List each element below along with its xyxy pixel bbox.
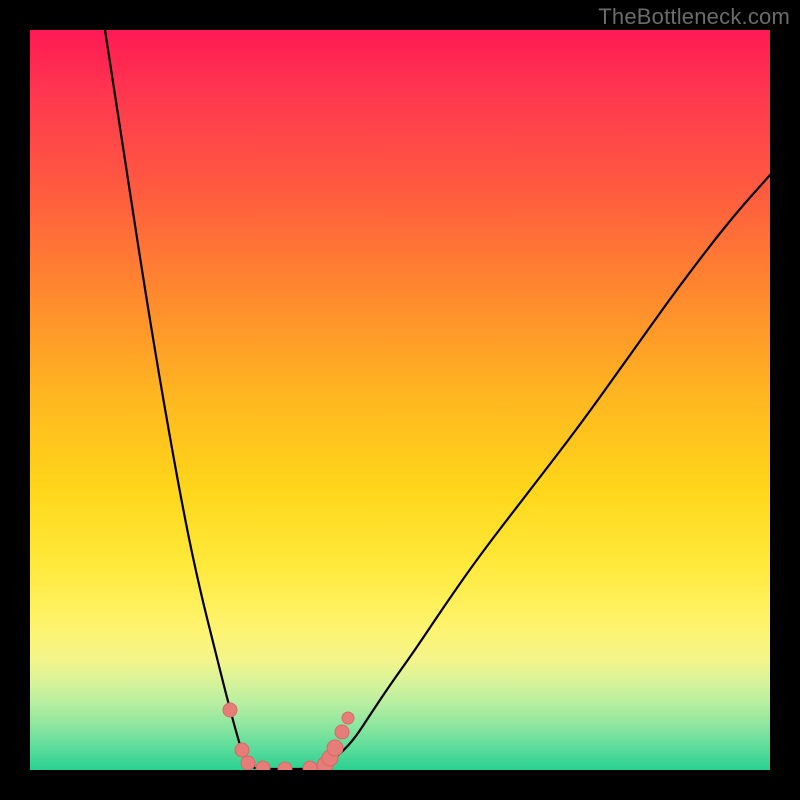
m-right-far [342, 712, 354, 724]
m-floor-b [278, 762, 292, 770]
m-left-a [235, 743, 249, 757]
m-floor-a [256, 761, 270, 770]
m-right-c3 [327, 740, 343, 756]
m-left-upper [223, 703, 237, 717]
m-floor-c [303, 761, 317, 770]
m-left-b [241, 756, 255, 770]
marker-group [223, 703, 354, 770]
curve-right [325, 175, 770, 765]
m-right-top [335, 725, 349, 739]
curve-left [105, 30, 249, 765]
watermark-text: TheBottleneck.com [598, 4, 790, 30]
outer-frame: TheBottleneck.com [0, 0, 800, 800]
curve-svg [30, 30, 770, 770]
plot-area [30, 30, 770, 770]
